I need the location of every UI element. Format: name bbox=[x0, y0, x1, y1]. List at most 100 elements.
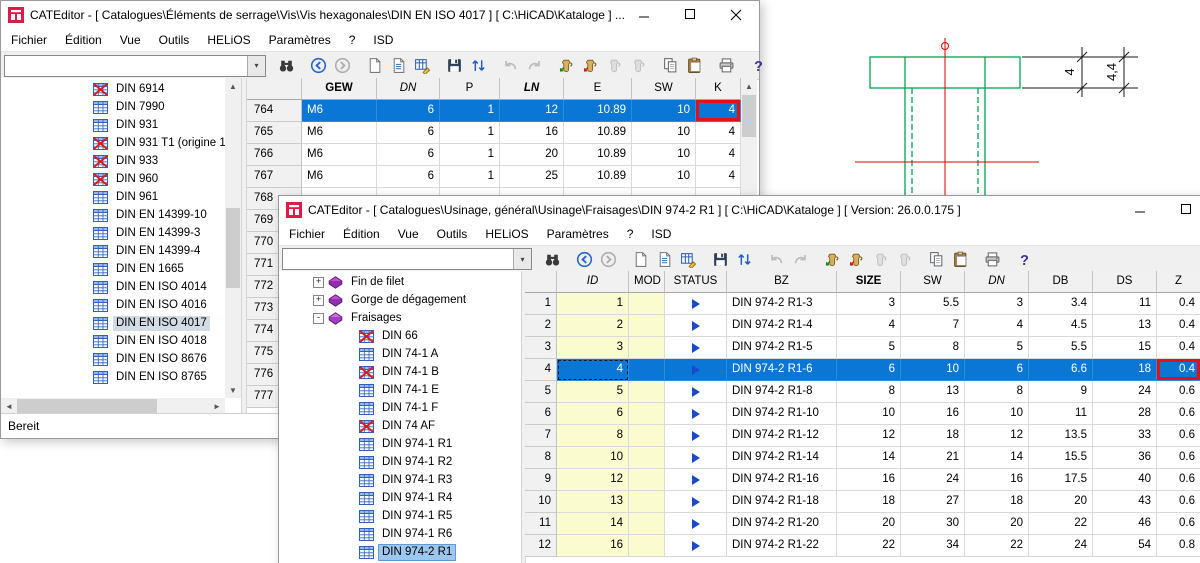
row-header-766[interactable]: 766 bbox=[247, 144, 302, 166]
find-button[interactable] bbox=[540, 248, 564, 270]
cell-sw-row-767[interactable]: 10 bbox=[632, 166, 696, 188]
expand-icon[interactable]: + bbox=[313, 295, 324, 306]
catalog-pour-out-2-button[interactable] bbox=[626, 55, 650, 77]
cell-status-row-6[interactable] bbox=[665, 403, 727, 425]
tree-item-din-en-iso-4016[interactable]: DIN EN ISO 4016 bbox=[1, 296, 225, 314]
cell-sw-row-4[interactable]: 10 bbox=[901, 359, 965, 381]
cell-sw-row-7[interactable]: 18 bbox=[901, 425, 965, 447]
catalog-pour-in-2-button[interactable] bbox=[868, 248, 892, 270]
cell-db-row-1[interactable]: 3.4 bbox=[1029, 293, 1093, 315]
cell-k-row-767[interactable]: 4 bbox=[696, 166, 741, 188]
cell-sw-row-10[interactable]: 27 bbox=[901, 491, 965, 513]
cell-bz-row-4[interactable]: DIN 974-2 R1-6 bbox=[727, 359, 837, 381]
menu-item[interactable]: ? bbox=[340, 29, 365, 51]
cell-e-row-765[interactable]: 10.89 bbox=[564, 122, 632, 144]
cell-p-row-764[interactable]: 1 bbox=[440, 100, 500, 122]
cell-id-row-7[interactable]: 8 bbox=[557, 425, 629, 447]
cell-mod-row-11[interactable] bbox=[629, 513, 665, 535]
redo-button[interactable] bbox=[522, 55, 546, 77]
cell-ds-row-4[interactable]: 18 bbox=[1093, 359, 1157, 381]
scroll-left-icon[interactable]: ◄ bbox=[1, 398, 17, 414]
table-row-9[interactable]: 912DIN 974-2 R1-1616241617.5400.6 bbox=[525, 469, 1200, 491]
cell-ds-row-10[interactable]: 43 bbox=[1093, 491, 1157, 513]
column-header-id[interactable]: ID bbox=[557, 271, 629, 293]
table-row-765[interactable]: 765M6611610.89104 bbox=[247, 122, 741, 144]
cell-id-row-6[interactable]: 6 bbox=[557, 403, 629, 425]
scrollbar-thumb[interactable] bbox=[226, 208, 240, 288]
table-row-3[interactable]: 33DIN 974-2 R1-55855.5150.4 bbox=[525, 337, 1200, 359]
tree-item-din-974-1-r2[interactable]: DIN 974-1 R2 bbox=[279, 453, 521, 471]
go-back-button[interactable] bbox=[306, 55, 330, 77]
column-header-bz[interactable]: BZ bbox=[727, 271, 837, 293]
cell-bz-row-3[interactable]: DIN 974-2 R1-5 bbox=[727, 337, 837, 359]
tree-item-din-66[interactable]: DIN 66 bbox=[279, 327, 521, 345]
cell-bz-row-2[interactable]: DIN 974-2 R1-4 bbox=[727, 315, 837, 337]
cell-p-row-765[interactable]: 1 bbox=[440, 122, 500, 144]
table-row-766[interactable]: 766M6612010.89104 bbox=[247, 144, 741, 166]
menu-fichier[interactable]: Fichier bbox=[280, 223, 334, 245]
cell-ln-row-766[interactable]: 20 bbox=[500, 144, 564, 166]
cell-ds-row-9[interactable]: 40 bbox=[1093, 469, 1157, 491]
cell-sw-row-5[interactable]: 13 bbox=[901, 381, 965, 403]
menu-param-tres[interactable]: Paramètres bbox=[260, 29, 340, 51]
cell-sw-row-1[interactable]: 5.5 bbox=[901, 293, 965, 315]
cell-z-row-10[interactable]: 0.6 bbox=[1157, 491, 1200, 513]
cell-gew-row-767[interactable]: M6 bbox=[302, 166, 377, 188]
column-header-status[interactable]: STATUS bbox=[665, 271, 727, 293]
expand-icon[interactable]: + bbox=[313, 277, 324, 288]
cell-status-row-11[interactable] bbox=[665, 513, 727, 535]
tree-item-din-931[interactable]: DIN 931 bbox=[1, 116, 225, 134]
cell-db-row-6[interactable]: 11 bbox=[1029, 403, 1093, 425]
search-combobox[interactable]: ▾ bbox=[282, 248, 532, 270]
cell-size-row-11[interactable]: 20 bbox=[837, 513, 901, 535]
go-forward-button[interactable] bbox=[596, 248, 620, 270]
cell-ds-row-1[interactable]: 11 bbox=[1093, 293, 1157, 315]
print-button[interactable] bbox=[980, 248, 1004, 270]
column-header-sw[interactable]: SW bbox=[901, 271, 965, 293]
catalog-pour-in-button[interactable] bbox=[554, 55, 578, 77]
cell-id-row-11[interactable]: 14 bbox=[557, 513, 629, 535]
table-row-8[interactable]: 810DIN 974-2 R1-1414211415.5360.6 bbox=[525, 447, 1200, 469]
cell-mod-row-6[interactable] bbox=[629, 403, 665, 425]
table-row-767[interactable]: 767M6612510.89104 bbox=[247, 166, 741, 188]
cell-ds-row-5[interactable]: 24 bbox=[1093, 381, 1157, 403]
paste-button[interactable] bbox=[682, 55, 706, 77]
cell-bz-row-8[interactable]: DIN 974-2 R1-14 bbox=[727, 447, 837, 469]
tree-item-din-74-af[interactable]: DIN 74 AF bbox=[279, 417, 521, 435]
scroll-up-icon[interactable]: ▲ bbox=[225, 78, 241, 94]
renumber-button[interactable] bbox=[466, 55, 490, 77]
paste-button[interactable] bbox=[948, 248, 972, 270]
cell-dn-row-767[interactable]: 6 bbox=[377, 166, 440, 188]
row-header-7[interactable]: 7 bbox=[525, 425, 557, 447]
find-button[interactable] bbox=[274, 55, 298, 77]
new-table-button[interactable] bbox=[362, 55, 386, 77]
collapse-icon[interactable]: - bbox=[313, 313, 324, 324]
column-header-db[interactable]: DB bbox=[1029, 271, 1093, 293]
row-header-767[interactable]: 767 bbox=[247, 166, 302, 188]
cell-status-row-10[interactable] bbox=[665, 491, 727, 513]
cell-ln-row-764[interactable]: 12 bbox=[500, 100, 564, 122]
cell-mod-row-12[interactable] bbox=[629, 535, 665, 557]
cell-bz-row-7[interactable]: DIN 974-2 R1-12 bbox=[727, 425, 837, 447]
table-row-5[interactable]: 55DIN 974-2 R1-881389240.6 bbox=[525, 381, 1200, 403]
cell-e-row-764[interactable]: 10.89 bbox=[564, 100, 632, 122]
cell-dn-row-10[interactable]: 18 bbox=[965, 491, 1029, 513]
cell-e-row-766[interactable]: 10.89 bbox=[564, 144, 632, 166]
cell-sw-row-11[interactable]: 30 bbox=[901, 513, 965, 535]
cell-size-row-12[interactable]: 22 bbox=[837, 535, 901, 557]
cell-bz-row-1[interactable]: DIN 974-2 R1-3 bbox=[727, 293, 837, 315]
menu-fichier[interactable]: Fichier bbox=[2, 29, 56, 51]
scrollbar-thumb[interactable] bbox=[742, 95, 756, 137]
cell-mod-row-5[interactable] bbox=[629, 381, 665, 403]
tree-item-din-en-iso-4014[interactable]: DIN EN ISO 4014 bbox=[1, 278, 225, 296]
cell-ds-row-11[interactable]: 46 bbox=[1093, 513, 1157, 535]
column-header-mod[interactable]: MOD bbox=[629, 271, 665, 293]
cell-sw-row-6[interactable]: 16 bbox=[901, 403, 965, 425]
minimize-button[interactable] bbox=[1117, 196, 1163, 223]
column-header-p[interactable]: P bbox=[440, 78, 500, 100]
column-header-size[interactable]: SIZE bbox=[837, 271, 901, 293]
tree-item-din-74-1-a[interactable]: DIN 74-1 A bbox=[279, 345, 521, 363]
cell-db-row-3[interactable]: 5.5 bbox=[1029, 337, 1093, 359]
cell-dn-row-8[interactable]: 14 bbox=[965, 447, 1029, 469]
cell-ln-row-767[interactable]: 25 bbox=[500, 166, 564, 188]
